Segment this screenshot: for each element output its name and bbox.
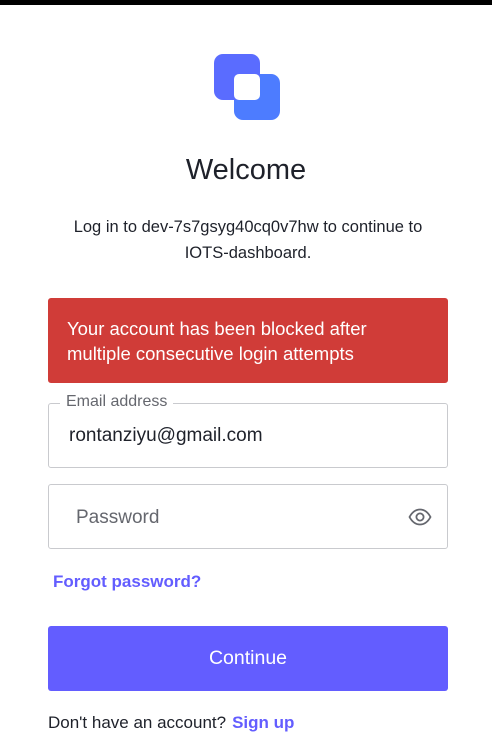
page-title: Welcome <box>185 154 307 186</box>
subtitle-line-2: IOTS-dashboard. <box>184 244 312 262</box>
error-line-1: Your account has been blocked after <box>67 318 367 339</box>
password-field[interactable]: Password <box>48 484 448 549</box>
signup-prompt: Don't have an account? <box>48 713 227 732</box>
error-alert: Your account has been blocked after mult… <box>48 298 448 383</box>
email-field[interactable]: Email address rontanziyu@gmail.com <box>48 393 448 468</box>
continue-button[interactable]: Continue <box>48 626 448 691</box>
password-input[interactable]: Password <box>76 507 159 529</box>
signup-row: Don't have an account? Sign up <box>48 713 294 733</box>
email-label: Email address <box>60 393 174 411</box>
forgot-password-link[interactable]: Forgot password? <box>53 572 201 592</box>
eye-icon[interactable] <box>408 505 432 529</box>
subtitle-line-1: Log in to dev-7s7gsyg40cq0v7hw to contin… <box>73 218 423 236</box>
email-input[interactable]: rontanziyu@gmail.com <box>69 425 263 447</box>
signup-link[interactable]: Sign up <box>232 713 294 732</box>
app-logo-icon <box>214 54 280 120</box>
top-border <box>0 0 492 5</box>
page-subtitle: Log in to dev-7s7gsyg40cq0v7hw to contin… <box>48 214 448 266</box>
error-line-2: multiple consecutive login attempts <box>67 343 354 364</box>
